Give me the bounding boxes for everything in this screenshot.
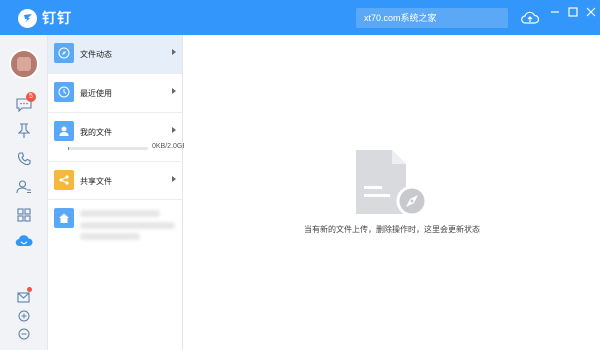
app-name: 钉钉 (42, 10, 72, 26)
recent-label: 最近使用 (80, 89, 112, 98)
file-activity-item[interactable]: 文件动态 (48, 35, 182, 74)
close-button[interactable] (584, 5, 598, 19)
add-icon[interactable] (14, 306, 34, 326)
minimize-button[interactable] (548, 5, 562, 19)
empty-state-message: 当有新的文件上传，删除操作时，这里会更新状态 (304, 225, 480, 234)
storage-usage-bar (68, 147, 148, 150)
workspace-grid-icon[interactable] (14, 205, 34, 225)
title-bar: 钉钉 xt70.com系统之家 (0, 0, 600, 35)
chat-icon[interactable]: 5 (14, 92, 36, 115)
mail-unread-dot (27, 287, 32, 292)
chat-badge: 5 (26, 92, 36, 102)
shared-files-item[interactable]: 共享文件 (48, 162, 182, 200)
cloud-files-icon[interactable] (14, 231, 34, 251)
cloud-upload-icon[interactable] (520, 9, 540, 27)
chevron-right-icon (172, 49, 176, 55)
file-activity-label: 文件动态 (80, 50, 112, 59)
chevron-right-icon (172, 88, 176, 94)
contacts-icon[interactable] (14, 177, 34, 197)
compass-icon (54, 43, 74, 63)
home-icon (54, 208, 74, 228)
file-compass-icon (352, 148, 432, 220)
shared-files-label: 共享文件 (80, 177, 112, 186)
file-activity-content: 当有新的文件上传，删除操作时，这里会更新状态 (184, 35, 600, 350)
redacted-text (80, 210, 160, 217)
search-input[interactable]: xt70.com系统之家 (356, 8, 508, 28)
mail-icon[interactable] (14, 287, 34, 307)
redacted-text (80, 233, 140, 240)
chevron-right-icon (172, 176, 176, 182)
chevron-right-icon (172, 127, 176, 133)
share-icon (54, 170, 74, 190)
my-files-label: 我的文件 (80, 128, 112, 137)
dingtalk-logo-icon (18, 8, 37, 28)
my-files-item[interactable]: 我的文件 0KB/2.0GB (48, 113, 187, 162)
nav-rail: 5 (0, 35, 48, 350)
avatar[interactable] (9, 49, 39, 79)
redacted-text (80, 222, 175, 229)
pin-icon[interactable] (14, 121, 34, 141)
app-logo: 钉钉 (18, 8, 72, 28)
file-category-panel: 文件动态 最近使用 我的文件 0KB/2.0GB 共享文件 (48, 35, 187, 350)
storage-usage-text: 0KB/2.0GB (152, 143, 188, 150)
maximize-button[interactable] (566, 5, 580, 19)
clock-icon (54, 82, 74, 102)
user-icon (54, 121, 74, 141)
organization-files-item[interactable] (48, 200, 182, 244)
more-icon[interactable] (14, 324, 34, 344)
phone-icon[interactable] (14, 149, 34, 169)
recent-item[interactable]: 最近使用 (48, 74, 182, 113)
